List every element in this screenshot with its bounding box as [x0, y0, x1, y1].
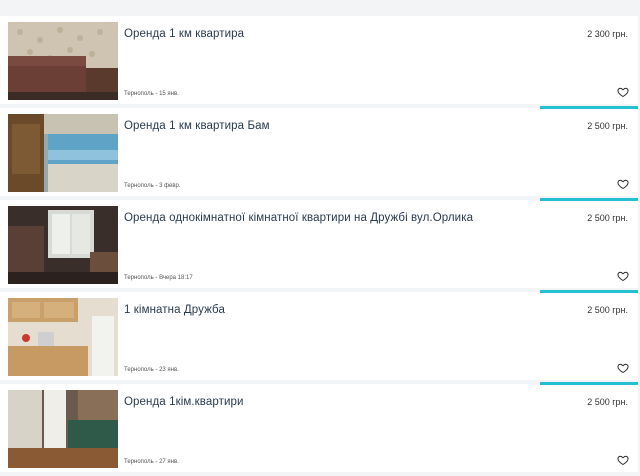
listing-location-date: Тернополь - 15 янв. [124, 91, 179, 97]
heart-icon[interactable] [617, 362, 629, 374]
listing-card[interactable]: Оренда 1 км квартира Бам 2 500 грн. Терн… [0, 106, 638, 196]
listing-title[interactable]: 1 кімнатна Дружба [124, 304, 225, 316]
listing-card[interactable]: Оренда однокімнатної кімнатної квартири … [0, 198, 638, 288]
listing-location-date: Тернополь - 23 янв. [124, 367, 179, 373]
listing-card[interactable]: 1 кімнатна Дружба 2 500 грн. Тернополь -… [0, 290, 638, 380]
listing-price: 2 300 грн. [587, 29, 628, 39]
heart-icon[interactable] [617, 454, 629, 466]
listing-price: 2 500 грн. [587, 397, 628, 407]
heart-icon[interactable] [617, 270, 629, 282]
listing-photo[interactable] [8, 298, 118, 376]
listing-photo[interactable] [8, 114, 118, 192]
listing-title[interactable]: Оренда 1 км квартира [124, 28, 244, 40]
listing-location-date: Тернополь - Вчера 18:17 [124, 275, 193, 281]
listing-price: 2 500 грн. [587, 213, 628, 223]
card-accent-strip [540, 106, 638, 109]
listing-photo[interactable] [8, 22, 118, 100]
listing-title[interactable]: Оренда 1 км квартира Бам [124, 120, 270, 132]
listing-list: Оренда 1 км квартира 2 300 грн. Тернопол… [0, 16, 640, 476]
listing-price: 2 500 грн. [587, 305, 628, 315]
listing-price: 2 500 грн. [587, 121, 628, 131]
card-accent-strip [540, 382, 638, 385]
card-accent-strip [540, 198, 638, 201]
heart-icon[interactable] [617, 86, 629, 98]
heart-icon[interactable] [617, 178, 629, 190]
listing-card[interactable]: Оренда 1кім.квартири 2 500 грн. Тернопол… [0, 382, 638, 472]
listing-photo[interactable] [8, 206, 118, 284]
card-accent-strip [540, 290, 638, 293]
listing-location-date: Тернополь - 3 февр. [124, 183, 181, 189]
listing-card[interactable]: Оренда 1 км квартира 2 300 грн. Тернопол… [0, 16, 638, 104]
listing-title[interactable]: Оренда однокімнатної кімнатної квартири … [124, 212, 473, 224]
listing-photo[interactable] [8, 390, 118, 468]
listing-title[interactable]: Оренда 1кім.квартири [124, 396, 244, 408]
listing-location-date: Тернополь - 27 янв. [124, 459, 179, 465]
